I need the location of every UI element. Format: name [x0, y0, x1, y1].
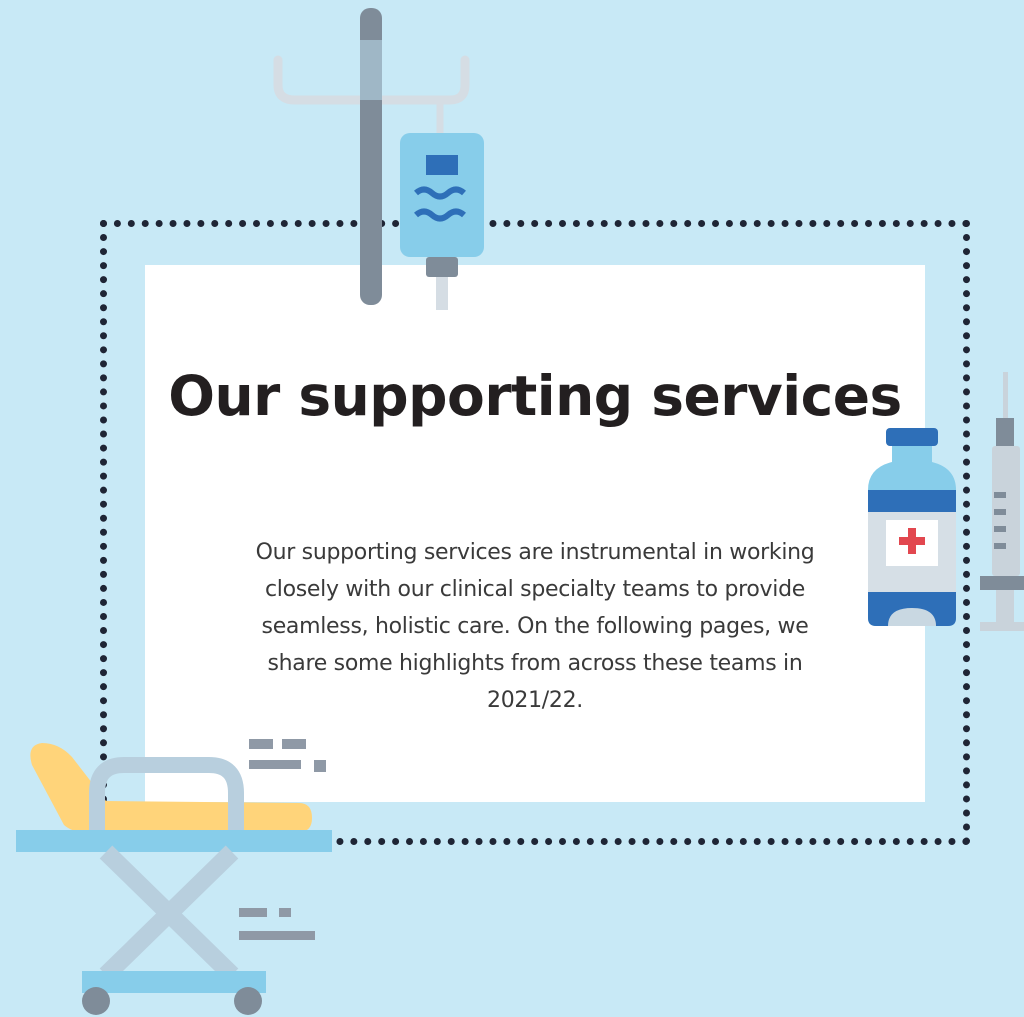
medicine-bottle-icon — [868, 428, 956, 626]
intro-paragraph: Our supporting services are instrumental… — [255, 540, 815, 713]
iv-drip-stand-icon — [273, 8, 484, 310]
hospital-stretcher-icon — [16, 739, 332, 1015]
syringe-icon — [980, 372, 1024, 631]
page-title: Our supporting services — [168, 364, 902, 428]
